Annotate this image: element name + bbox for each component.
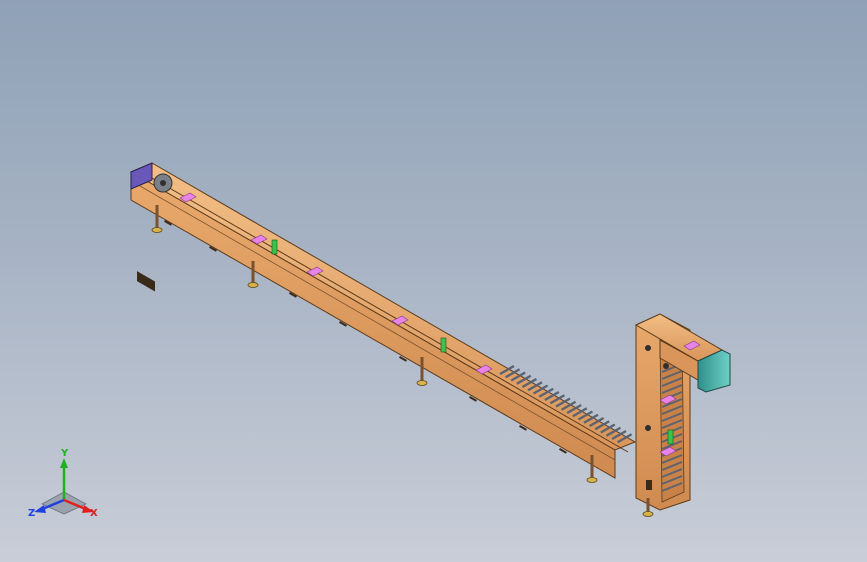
frame-inner-rail (151, 177, 629, 453)
frame-inner-rail-2 (139, 185, 616, 461)
lift-pulley-1 (645, 345, 651, 351)
leveling-foot (586, 477, 598, 483)
frame-top-surface (129, 162, 637, 451)
conveyor-model-view[interactable]: X Y Z (0, 0, 867, 562)
y-axis-arrow (60, 458, 68, 468)
lift-tower[interactable] (634, 313, 731, 511)
lift-pulley-2 (645, 425, 651, 431)
leveling-foot (247, 282, 259, 288)
leveling-foot (642, 511, 654, 517)
drive-sprocket-hub (160, 180, 166, 186)
frame-front-rail (130, 171, 616, 479)
conveyor-frame[interactable] (129, 162, 637, 479)
lift-vent (646, 480, 652, 490)
leveling-foot (416, 380, 428, 386)
green-sensor (271, 239, 278, 255)
axis-triad: X Y Z (28, 448, 98, 519)
green-sensor (440, 337, 447, 353)
cad-viewport[interactable]: X Y Z (0, 0, 867, 562)
lift-pulley-3 (663, 363, 669, 369)
leveling-foot (151, 227, 163, 233)
rail-slots (164, 220, 567, 454)
x-axis-label: X (90, 508, 98, 519)
end-vent (137, 271, 155, 292)
z-axis-label: Z (28, 508, 35, 519)
z-axis-arrow (34, 505, 46, 513)
y-axis-label: Y (60, 448, 69, 459)
green-sensor (667, 429, 674, 445)
